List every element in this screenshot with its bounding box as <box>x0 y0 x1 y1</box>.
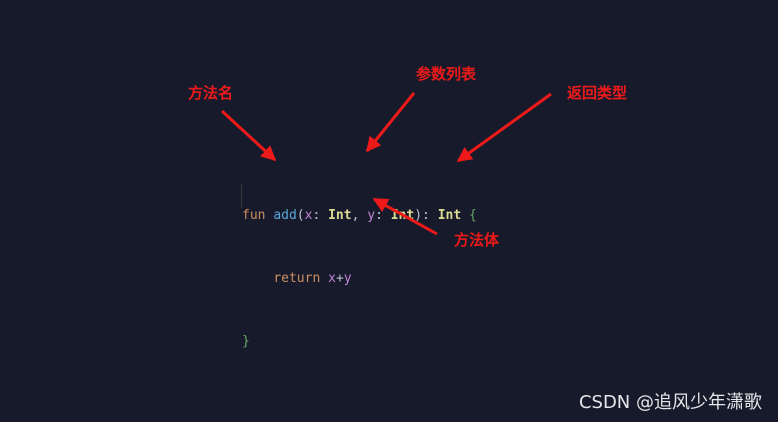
arrow-param-list <box>365 92 416 153</box>
label-method-name: 方法名 <box>188 84 234 102</box>
code-editor-area[interactable]: fun add(x: Int, y: Int): Int { return x+… <box>0 0 778 422</box>
arrow-method-name <box>220 109 277 162</box>
arrow-method-body <box>372 197 438 236</box>
annotation-arrows <box>220 92 552 236</box>
label-return-type: 返回类型 <box>567 84 628 102</box>
watermark: CSDN @追风少年潇歌 <box>578 392 762 413</box>
label-param-list: 参数列表 <box>416 65 477 83</box>
label-method-body: 方法体 <box>454 231 500 249</box>
arrow-return-type <box>456 92 552 163</box>
